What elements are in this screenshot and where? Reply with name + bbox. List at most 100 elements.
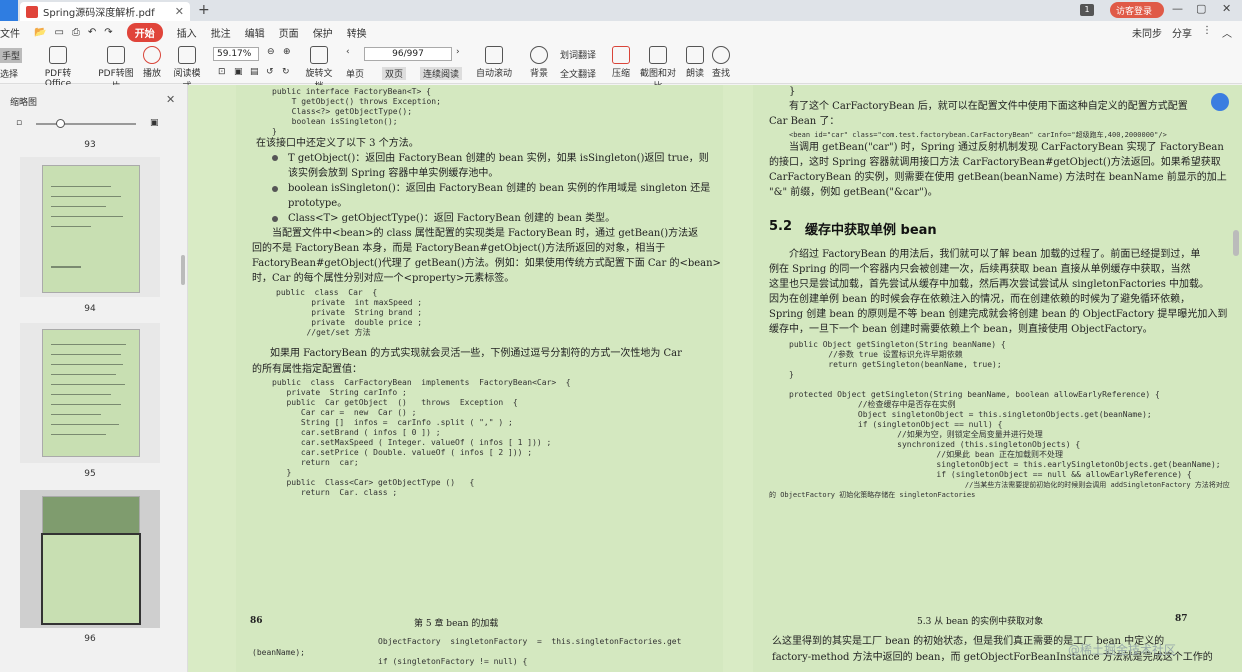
save-icon[interactable]: ▭ [54, 27, 63, 38]
tab-title: Spring源码深度解析.pdf [43, 8, 155, 19]
page-number: 86 [250, 616, 263, 626]
code-factorybean-interface: public interface FactoryBean<T> { T getO… [272, 87, 441, 136]
thumbnail-item-selected[interactable] [20, 490, 160, 628]
thumbnail-image [41, 496, 141, 625]
next-page-icon[interactable]: › [456, 47, 460, 57]
page-footer-title: 5.3 从 bean 的实例中获取对象 [917, 617, 1044, 627]
thumb-size-slider[interactable] [36, 123, 136, 125]
window-count-badge[interactable]: 1 [1080, 4, 1094, 16]
document-scrollbar[interactable] [1233, 230, 1239, 256]
paragraph: 有了这个 CarFactoryBean 后，就可以在配置文件中使用下面这种自定义… [789, 101, 1188, 112]
close-window-icon[interactable]: ✕ [1222, 2, 1231, 15]
redo-icon[interactable]: ↷ [104, 27, 112, 38]
menu-protect[interactable]: 保护 [313, 25, 333, 40]
zoom-out-icon[interactable]: ⊖ [267, 47, 275, 57]
sidebar-scrollbar[interactable] [181, 255, 185, 285]
sidebar-title: 缩略图 [10, 98, 38, 108]
menu-page[interactable]: 页面 [279, 25, 299, 40]
menu-insert[interactable]: 插入 [177, 25, 197, 40]
paragraph: 如果用 FactoryBean 的方式实现就会灵活一些，下例通过逗号分割符的方式… [270, 348, 682, 359]
menu-edit[interactable]: 编辑 [245, 25, 265, 40]
paragraph: 当调用 getBean("car") 时，Spring 通过反射机制发现 Car… [789, 142, 1224, 153]
page-number: 87 [1175, 614, 1188, 624]
paragraph: "&" 前缀，例如 getBean("&car")。 [769, 187, 938, 198]
hand-tool[interactable]: 手型 [0, 48, 23, 63]
more-icon[interactable]: ⋮ [1202, 25, 1212, 40]
full-translate-button[interactable]: 全文翻译 [560, 67, 596, 80]
paragraph: 在该接口中还定义了以下 3 个方法。 [256, 138, 419, 149]
sync-status[interactable]: 未同步 [1132, 25, 1162, 40]
continuous-read-button[interactable]: 连续阅读 [420, 67, 463, 80]
menu-annotate[interactable]: 批注 [211, 25, 231, 40]
single-page-button[interactable]: 单页 [346, 67, 364, 80]
print-icon[interactable]: ⎙ [72, 27, 80, 38]
floating-assistant-button[interactable] [1211, 93, 1229, 111]
prev-page-icon[interactable]: ‹ [346, 47, 350, 57]
thumb-size-knob[interactable] [56, 119, 65, 128]
menu-start[interactable]: 开始 [126, 22, 163, 42]
fit-width-icon[interactable]: ▣ [234, 67, 243, 77]
zoom-select[interactable]: 59.17% [213, 47, 259, 61]
code-fragment: if (singletonFactory != null) { [378, 657, 528, 666]
screenshot-icon [649, 46, 667, 64]
read-mode-icon [178, 46, 196, 64]
small-thumb-icon[interactable]: ▫ [16, 118, 22, 128]
paragraph: 例在 Spring 的同一个容器内只会被创建一次，后续再获取 bean 直接从单… [769, 264, 1191, 275]
code-car-class: public class Car { private int maxSpeed … [276, 288, 423, 337]
zoom-in-icon[interactable]: ⊕ [283, 47, 291, 57]
thumbnail-item[interactable] [20, 157, 160, 297]
paragraph: 该实例会放到 Spring 容器中单实例缓存池中。 [288, 168, 499, 179]
document-tab[interactable]: Spring源码深度解析.pdf ✕ [20, 2, 190, 21]
read-aloud-button[interactable]: 朗读 [684, 46, 706, 79]
thumbnail-item[interactable] [20, 323, 160, 463]
search-button[interactable]: 查找 [710, 46, 732, 79]
rotate-left-icon[interactable]: ↺ [266, 67, 274, 77]
bullet [272, 155, 278, 161]
autoscroll-button[interactable]: 自动滚动 [474, 46, 514, 79]
close-sidebar-icon[interactable]: ✕ [166, 93, 175, 106]
page-number-input[interactable]: 96/997 [364, 47, 452, 61]
background-button[interactable]: 背景 [526, 46, 552, 79]
paragraph: Spring 创建 bean 的原则是不等 bean 创建完成就会将创建 bea… [769, 309, 1228, 320]
code-getsingleton: public Object getSingleton(String beanNa… [789, 340, 1006, 379]
maximize-icon[interactable]: ▢ [1196, 2, 1206, 15]
word-translate-button[interactable]: 划词翻译 [560, 48, 596, 61]
background-icon [530, 46, 548, 64]
guest-login-button[interactable]: 访客登录 [1110, 2, 1164, 18]
pdf-to-office-button[interactable]: PDF转Office [34, 46, 82, 89]
undo-icon[interactable]: ↶ [88, 27, 96, 38]
menu-file[interactable]: 文件 [0, 25, 20, 40]
paragraph: } [789, 86, 796, 97]
actual-size-icon[interactable]: ▤ [250, 67, 259, 77]
compress-button[interactable]: 压缩 [610, 46, 632, 79]
paragraph: boolean isSingleton()：返回由 FactoryBean 创建… [288, 183, 711, 194]
page-87: } 有了这个 CarFactoryBean 后，就可以在配置文件中使用下面这种自… [753, 85, 1242, 672]
paragraph: FactoryBean#getObject()代理了 getBean()方法。例… [252, 258, 721, 269]
pdf-to-image-icon [107, 46, 125, 64]
paragraph: T getObject()：返回由 FactoryBean 创建的 bean 实… [288, 153, 709, 164]
collapse-ribbon-icon[interactable]: ︿ [1222, 25, 1232, 40]
menu-convert[interactable]: 转换 [347, 25, 367, 40]
open-icon[interactable]: 📂 [34, 27, 46, 38]
double-page-button[interactable]: 双页 [382, 67, 407, 80]
minimize-icon[interactable]: — [1172, 2, 1183, 15]
play-button[interactable]: 播放 [140, 46, 164, 79]
watermark: @稀土掘金技术社区 [1068, 643, 1177, 657]
ribbon-toolbar: 手型 选择 PDF转Office PDF转图片 播放 阅读模式 59.17% ⊖… [0, 43, 1242, 92]
fit-page-icon[interactable]: ⊡ [218, 67, 226, 77]
share-button[interactable]: 分享 [1172, 25, 1192, 40]
new-tab-button[interactable]: + [198, 2, 210, 18]
app-home-strip[interactable] [0, 0, 18, 21]
tab-bar: Spring源码深度解析.pdf ✕ + 1 访客登录 — ▢ ✕ [0, 0, 1242, 21]
search-icon [712, 46, 730, 64]
rotate-right-icon[interactable]: ↻ [282, 67, 290, 77]
code-fragment: (beanName); [252, 648, 305, 657]
autoscroll-icon [485, 46, 503, 64]
close-tab-icon[interactable]: ✕ [175, 5, 184, 18]
paragraph: 缓存中，一旦下一个 bean 创建时需要依赖上个 bean，则直接使用 Obje… [769, 324, 1153, 335]
large-thumb-icon[interactable]: ▣ [150, 118, 159, 128]
menu-bar: 文件 📂 ▭ ⎙ ↶ ↷ 开始 插入 批注 编辑 页面 保护 转换 未同步 分享… [0, 21, 1242, 43]
thumbnail-image [42, 165, 140, 293]
pdf-icon [26, 5, 38, 18]
select-tool[interactable]: 选择 [0, 67, 18, 80]
